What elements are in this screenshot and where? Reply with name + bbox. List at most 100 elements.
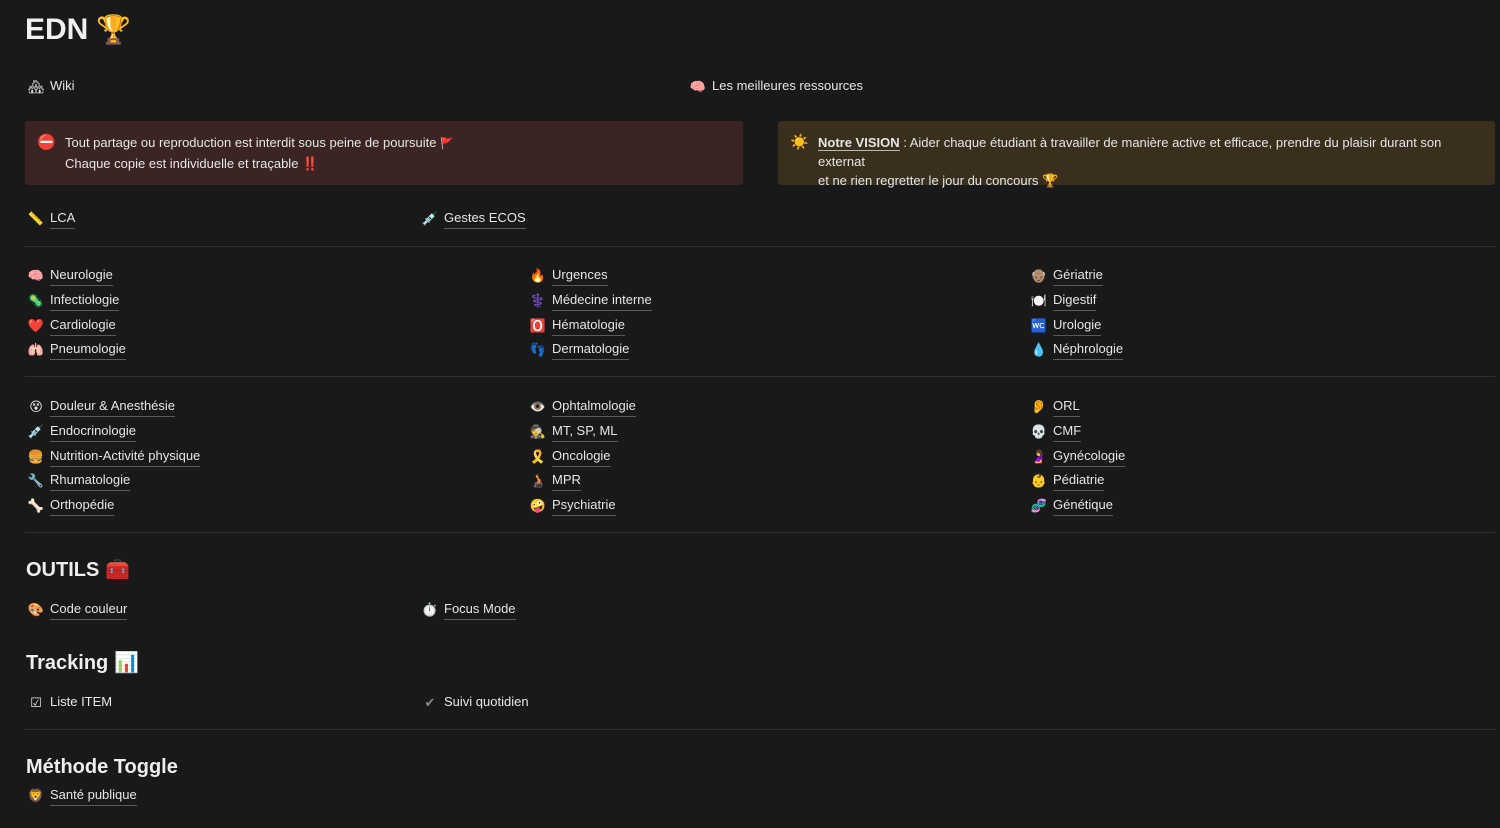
divider bbox=[25, 246, 1495, 247]
urologie-link[interactable]: 🚾 Urologie bbox=[1030, 316, 1102, 336]
ressources-link-label: Les meilleures ressources bbox=[712, 78, 864, 93]
tracking-heading: Tracking 📊 bbox=[26, 650, 139, 676]
footprints-icon: 👣 bbox=[529, 342, 547, 357]
gestes-ecos-label: Gestes ECOS bbox=[444, 209, 526, 229]
dna-icon: 🧬 bbox=[1030, 498, 1048, 513]
hematologie-link[interactable]: 🅾️ Hématologie bbox=[530, 316, 625, 336]
urgences-link[interactable]: 🔥 Urgences bbox=[530, 266, 608, 286]
stopwatch-icon: ⏱️ bbox=[421, 602, 439, 617]
psychiatrie-label: Psychiatrie bbox=[552, 496, 616, 516]
nutrition-link[interactable]: 🍔 Nutrition-Activité physique bbox=[27, 447, 201, 467]
rhumatologie-link[interactable]: 🔧 Rhumatologie bbox=[27, 471, 131, 491]
ressources-link[interactable]: 🧠 Les meilleures ressources bbox=[690, 77, 863, 96]
checklist-icon: ☑ bbox=[30, 694, 42, 710]
divider bbox=[25, 532, 1495, 533]
vision-callout-text: Notre VISION : Aider chaque étudiant à t… bbox=[818, 133, 1483, 188]
methode-heading: Méthode Toggle bbox=[26, 754, 178, 780]
douleur-anesthesie-link[interactable]: 😵 Douleur & Anesthésie bbox=[28, 397, 176, 417]
infectiologie-link[interactable]: 🦠 Infectiologie bbox=[27, 291, 120, 311]
methode-heading-text: Méthode Toggle bbox=[26, 756, 178, 778]
droplet-icon: 💧 bbox=[1030, 342, 1048, 357]
lca-link[interactable]: 📏 LCA bbox=[28, 209, 76, 229]
divider bbox=[25, 376, 1495, 377]
orthopedie-link[interactable]: 🦴 Orthopédie bbox=[27, 496, 115, 516]
toolbox-icon: 🧰 bbox=[105, 559, 131, 581]
digestif-link[interactable]: 🍽️ Digestif bbox=[1031, 291, 1097, 311]
double-exclamation-icon: ‼️ bbox=[302, 156, 319, 171]
cardiologie-link[interactable]: ❤️ Cardiologie bbox=[28, 316, 116, 336]
old-man-icon: 👴🏽 bbox=[1030, 268, 1048, 283]
lca-label: LCA bbox=[50, 209, 76, 229]
bone-icon: 🦴 bbox=[27, 498, 45, 513]
microbe-icon: 🦠 bbox=[27, 293, 45, 308]
fire-icon: 🔥 bbox=[529, 268, 547, 283]
check-mark-icon: ✔ bbox=[424, 694, 436, 710]
mpr-link[interactable]: 🧑‍🦽 MPR bbox=[530, 471, 581, 491]
code-couleur-link[interactable]: 🎨 Code couleur bbox=[27, 600, 128, 620]
pregnant-woman-icon: 🤰 bbox=[1030, 449, 1048, 464]
baby-icon: 👶 bbox=[1030, 473, 1048, 488]
zany-face-icon: 🤪 bbox=[529, 498, 547, 513]
cmf-link[interactable]: 💀 CMF bbox=[1030, 422, 1082, 442]
gestes-ecos-link[interactable]: 💉 Gestes ECOS bbox=[422, 209, 526, 229]
vision-bold-label: Notre VISION bbox=[818, 135, 900, 151]
tracking-heading-text: Tracking bbox=[26, 652, 109, 674]
wiki-link[interactable]: 🏘 Wiki bbox=[28, 77, 75, 96]
water-closet-icon: 🚾 bbox=[1030, 318, 1048, 333]
orthopedie-label: Orthopédie bbox=[50, 496, 115, 516]
vision-text-2: et ne rien regretter le jour du concours bbox=[818, 173, 1039, 188]
palette-icon: 🎨 bbox=[27, 602, 45, 617]
medecine-interne-link[interactable]: ⚕️ Médecine interne bbox=[530, 291, 652, 311]
focus-mode-label: Focus Mode bbox=[444, 600, 516, 620]
caduceus-icon: ⚕️ bbox=[529, 293, 547, 308]
skull-icon: 💀 bbox=[1030, 424, 1048, 439]
ribbon-icon: 🎗️ bbox=[529, 449, 547, 464]
sante-publique-label: Santé publique bbox=[50, 786, 137, 806]
liste-item-link[interactable]: ☑ Liste ITEM bbox=[28, 693, 112, 712]
ophtalmologie-link[interactable]: 👁️ Ophtalmologie bbox=[530, 397, 636, 417]
suivi-quotidien-label: Suivi quotidien bbox=[444, 694, 529, 709]
burger-icon: 🍔 bbox=[27, 449, 45, 464]
dizzy-face-icon: 😵 bbox=[29, 399, 43, 414]
lungs-icon: 🫁 bbox=[27, 342, 45, 357]
psychiatrie-link[interactable]: 🤪 Psychiatrie bbox=[530, 496, 616, 516]
dermatologie-label: Dermatologie bbox=[552, 340, 630, 360]
eye-icon: 👁️ bbox=[529, 399, 547, 414]
vision-callout: ☀️ Notre VISION : Aider chaque étudiant … bbox=[778, 121, 1495, 188]
neurologie-label: Neurologie bbox=[50, 266, 113, 286]
nutrition-label: Nutrition-Activité physique bbox=[50, 447, 201, 467]
oncologie-link[interactable]: 🎗️ Oncologie bbox=[530, 447, 611, 467]
trophy-small-icon: 🏆 bbox=[1042, 173, 1059, 188]
gynecologie-link[interactable]: 🤰 Gynécologie bbox=[1030, 447, 1126, 467]
wrench-icon: 🔧 bbox=[27, 473, 45, 488]
pneumologie-link[interactable]: 🫁 Pneumologie bbox=[28, 340, 126, 360]
mt-sp-ml-link[interactable]: 🕵️ MT, SP, ML bbox=[530, 422, 618, 442]
dermatologie-link[interactable]: 👣 Dermatologie bbox=[529, 340, 630, 360]
pediatrie-label: Pédiatrie bbox=[1053, 471, 1105, 491]
nephrologie-label: Néphrologie bbox=[1053, 340, 1124, 360]
endocrinologie-link[interactable]: 💉 Endocrinologie bbox=[28, 422, 137, 442]
douleur-anesthesie-label: Douleur & Anesthésie bbox=[50, 397, 176, 417]
geriatrie-link[interactable]: 👴🏽 Gériatrie bbox=[1031, 266, 1103, 286]
pediatrie-link[interactable]: 👶 Pédiatrie bbox=[1030, 471, 1105, 491]
hematologie-label: Hématologie bbox=[552, 316, 625, 336]
warning-callout: ⛔ Tout partage ou reproduction est inter… bbox=[25, 121, 743, 185]
genetique-link[interactable]: 🧬 Génétique bbox=[1031, 496, 1113, 516]
pneumologie-label: Pneumologie bbox=[50, 340, 126, 360]
urgences-label: Urgences bbox=[552, 266, 608, 286]
suivi-quotidien-link[interactable]: ✔ Suivi quotidien bbox=[422, 693, 529, 712]
focus-mode-link[interactable]: ⏱️ Focus Mode bbox=[422, 600, 516, 620]
digestif-label: Digestif bbox=[1053, 291, 1097, 311]
mpr-label: MPR bbox=[552, 471, 581, 491]
brain-icon: 🧠 bbox=[27, 268, 45, 283]
orl-link[interactable]: 👂 ORL bbox=[1031, 397, 1080, 417]
bar-chart-icon: 📊 bbox=[114, 652, 140, 674]
nephrologie-link[interactable]: 💧 Néphrologie bbox=[1030, 340, 1124, 360]
neurologie-link[interactable]: 🧠 Neurologie bbox=[28, 266, 113, 286]
brain-icon: 🧠 bbox=[689, 78, 707, 94]
sante-publique-link[interactable]: 🦁 Santé publique bbox=[28, 786, 137, 806]
vision-text-1: : Aider chaque étudiant à travailler de … bbox=[818, 135, 1442, 169]
notion-page: EDN 🏆 🏘 Wiki 🧠 Les meilleures ressources… bbox=[0, 0, 1500, 828]
sun-icon: ☀️ bbox=[790, 134, 809, 151]
genetique-label: Génétique bbox=[1053, 496, 1113, 516]
